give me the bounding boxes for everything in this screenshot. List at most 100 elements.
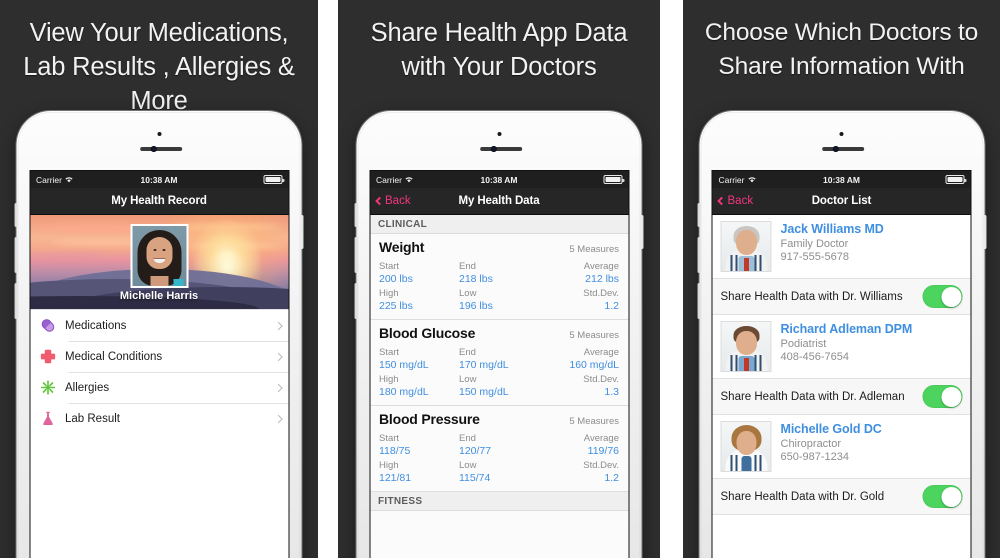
share-toggle-row[interactable]: Share Health Data with Dr. Adleman	[712, 379, 971, 415]
doctor-card[interactable]: Michelle Gold DC Chiropractor 650-987-12…	[712, 415, 971, 479]
metric-card-weight[interactable]: Weight 5 Measures Start End Average 200 …	[370, 234, 628, 320]
stat-value: 160 mg/dL	[569, 359, 619, 371]
doctor-phone[interactable]: 917-555-5678	[781, 251, 884, 263]
stat-value: 119/76	[587, 445, 619, 457]
front-camera-icon	[150, 146, 157, 152]
metric-stats-grid: Start End Average 118/75 120/77 119/76 H…	[379, 430, 619, 484]
status-bar-time: 10:38 AM	[480, 174, 518, 185]
back-button[interactable]: Back	[713, 195, 753, 207]
stat-value: 1.2	[604, 300, 619, 312]
chevron-left-icon	[717, 196, 726, 206]
share-toggle-label: Share Health Data with Dr. Gold	[720, 490, 885, 503]
share-toggle-switch[interactable]	[922, 385, 963, 408]
list-item-lab-result[interactable]: Lab Result	[30, 403, 288, 434]
list-item-medical-conditions[interactable]: Medical Conditions	[30, 341, 288, 372]
chevron-right-icon	[273, 383, 283, 392]
stat-value: 170 mg/dL	[459, 359, 509, 371]
doctor-name[interactable]: Michelle Gold DC	[781, 422, 882, 436]
back-button[interactable]: Back	[370, 195, 411, 207]
panel-caption: Choose Which Doctors to Share Informatio…	[704, 19, 979, 80]
stat-value: 150 mg/dL	[379, 359, 429, 371]
doctor-phone[interactable]: 408-456-7654	[781, 351, 913, 363]
list-item-label: Lab Result	[65, 412, 120, 425]
power-button[interactable]	[300, 215, 304, 249]
metric-measure-count: 5 Measures	[569, 244, 619, 255]
chevron-right-icon	[273, 352, 283, 361]
mute-switch[interactable]	[354, 203, 358, 227]
profile-hero-image: Michelle Harris	[30, 215, 288, 309]
stat-value: 121/81	[379, 472, 412, 484]
stat-value: 1.2	[604, 472, 619, 484]
volume-down-button[interactable]	[354, 283, 358, 319]
volume-up-button[interactable]	[14, 237, 18, 273]
doctor-photo	[720, 421, 772, 472]
share-toggle-switch[interactable]	[922, 485, 963, 508]
cross-icon	[39, 348, 65, 365]
stat-value: 196 lbs	[459, 300, 493, 312]
stat-label: Start	[379, 433, 400, 444]
battery-icon	[945, 175, 967, 184]
iphone-device-frame: Carrier 10:38 AM My Health Record Michel…	[14, 111, 304, 558]
stat-value: 200 lbs	[379, 273, 413, 285]
battery-icon	[263, 175, 284, 184]
stat-label: High	[379, 460, 399, 471]
volume-up-button[interactable]	[354, 237, 358, 273]
doctor-phone[interactable]: 650-987-1234	[781, 451, 882, 463]
phone-screen: Carrier 10:38 AM Back Doctor List Jack W…	[712, 171, 971, 558]
stat-value: 1.3	[604, 386, 619, 398]
front-camera-icon	[490, 146, 497, 152]
metric-card-blood-glucose[interactable]: Blood Glucose 5 Measures Start End Avera…	[370, 320, 628, 406]
navigation-bar: Back Doctor List	[712, 188, 971, 215]
metric-card-blood-pressure[interactable]: Blood Pressure 5 Measures Start End Aver…	[370, 406, 628, 492]
list-item-medications[interactable]: Medications	[30, 310, 288, 341]
avatar[interactable]	[130, 224, 188, 288]
earpiece-speaker-icon	[822, 147, 865, 151]
metric-name: Weight	[379, 239, 425, 255]
stat-value: 225 lbs	[379, 300, 413, 312]
panel-divider	[660, 0, 683, 558]
stat-value: 218 lbs	[459, 273, 493, 285]
chevron-right-icon	[273, 321, 283, 330]
doctor-card[interactable]: Richard Adleman DPM Podiatrist 408-456-7…	[712, 315, 971, 379]
earpiece-speaker-icon	[139, 147, 182, 151]
app-store-screenshot-set: View Your Medications, Lab Results , All…	[0, 0, 1000, 558]
iphone-device-frame: Carrier 10:38 AM Back Doctor List Jack W…	[697, 111, 986, 558]
health-record-list: Medications Medical Conditions Allergies…	[30, 309, 288, 434]
stat-label: Average	[583, 261, 619, 272]
share-toggle-switch[interactable]	[922, 285, 963, 308]
stat-value: 118/75	[379, 445, 411, 457]
volume-down-button[interactable]	[697, 283, 700, 319]
doctor-name[interactable]: Richard Adleman DPM	[781, 322, 913, 336]
power-button[interactable]	[640, 215, 644, 249]
stat-value: 180 mg/dL	[379, 386, 429, 398]
doctor-name[interactable]: Jack Williams MD	[781, 222, 884, 236]
mute-switch[interactable]	[14, 203, 18, 227]
stat-label: High	[379, 374, 399, 385]
doctor-card[interactable]: Jack Williams MD Family Doctor 917-555-5…	[712, 215, 971, 279]
stat-value: 212 lbs	[585, 273, 619, 285]
metric-name: Blood Glucose	[379, 325, 476, 341]
stat-label: Start	[379, 261, 400, 272]
proximity-sensor-icon	[839, 132, 844, 136]
stat-value: 150 mg/dL	[459, 386, 509, 398]
stat-label: Low	[459, 374, 477, 385]
volume-up-button[interactable]	[697, 237, 700, 273]
volume-down-button[interactable]	[14, 283, 18, 319]
doctor-list: Jack Williams MD Family Doctor 917-555-5…	[712, 215, 971, 515]
status-bar-right	[263, 175, 284, 184]
list-item-allergies[interactable]: Allergies	[30, 372, 288, 403]
panel-caption: View Your Medications, Lab Results , All…	[23, 19, 295, 115]
proximity-sensor-icon	[157, 132, 161, 136]
power-button[interactable]	[983, 215, 986, 249]
stat-label: Std.Dev.	[583, 288, 619, 299]
chevron-left-icon	[374, 196, 384, 206]
stat-label: Std.Dev.	[583, 460, 619, 471]
share-toggle-row[interactable]: Share Health Data with Dr. Gold	[712, 479, 971, 515]
section-header-clinical: CLINICAL	[370, 215, 628, 234]
doctor-info: Michelle Gold DC Chiropractor 650-987-12…	[781, 421, 882, 472]
metric-measure-count: 5 Measures	[569, 416, 619, 427]
screenshot-panel-doctor-list: Choose Which Doctors to Share Informatio…	[683, 0, 1000, 558]
panel-divider	[318, 0, 338, 558]
share-toggle-row[interactable]: Share Health Data with Dr. Williams	[712, 279, 971, 315]
mute-switch[interactable]	[697, 203, 700, 227]
